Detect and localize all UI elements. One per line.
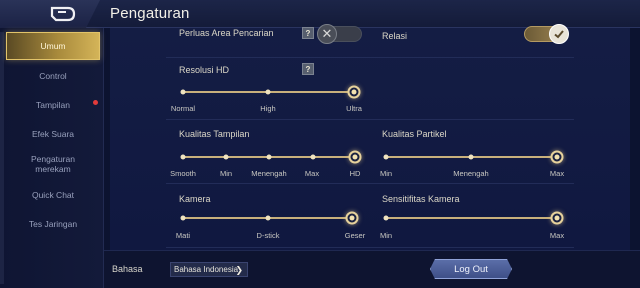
sidebar-edge <box>0 32 4 284</box>
kualitas-partikel-slider-knob[interactable] <box>550 150 564 164</box>
slider-stop-label: Max <box>304 169 320 178</box>
slider-stop[interactable] <box>383 154 389 160</box>
slider-stop[interactable] <box>265 215 271 221</box>
relasi-toggle[interactable] <box>524 24 569 44</box>
slider-stop[interactable] <box>383 215 389 221</box>
sidebar-item-label: Umum <box>40 41 66 51</box>
row-divider <box>166 184 574 248</box>
sensitifitas-slider-knob[interactable] <box>550 211 564 225</box>
kamera-label: Kamera <box>179 194 211 204</box>
chevron-right-icon: ❯ <box>235 265 243 275</box>
help-icon[interactable]: ? <box>302 27 314 39</box>
bottom-bar: Bahasa Bahasa Indonesia ❯ Log Out <box>104 250 640 288</box>
sidebar-item-control[interactable]: Control <box>6 62 100 90</box>
slider-stop[interactable] <box>468 154 474 160</box>
sidebar-item-label: Pengaturan merekam <box>31 154 75 174</box>
kamera-slider-knob[interactable] <box>345 211 359 225</box>
sensitifitas-slider-track[interactable] <box>385 217 558 219</box>
sidebar: Umum Control Tampilan Efek Suara Pengatu… <box>0 28 104 288</box>
resolusi-hd-label: Resolusi HD <box>179 65 230 75</box>
resolusi-slider-knob[interactable] <box>347 85 361 99</box>
back-logo-icon <box>50 6 76 22</box>
kualitas-tampilan-label: Kualitas Tampilan <box>179 129 250 139</box>
slider-stop-label: Menengah <box>453 169 489 178</box>
slider-min-label: Min <box>379 231 393 240</box>
top-bar: Pengaturan <box>0 0 640 28</box>
sidebar-item-label: Control <box>39 71 67 81</box>
slider-stop-label: Ultra <box>346 104 362 113</box>
slider-stop-label: Normal <box>170 104 196 113</box>
slider-stop[interactable] <box>180 215 186 221</box>
slider-stop-label: High <box>260 104 276 113</box>
slider-stop-label: Mati <box>175 231 191 240</box>
slider-stop[interactable] <box>180 89 186 95</box>
slider-stop-label: Min <box>379 169 393 178</box>
sidebar-item-label: Tampilan <box>35 100 71 110</box>
sidebar-item-label: Tes Jaringan <box>28 219 78 229</box>
language-select[interactable]: Bahasa Indonesia ❯ <box>170 262 248 277</box>
sidebar-item-efek-suara[interactable]: Efek Suara <box>6 120 100 148</box>
notification-dot-icon <box>93 100 98 105</box>
sidebar-item-quick-chat[interactable]: Quick Chat <box>6 181 100 209</box>
sidebar-item-umum[interactable]: Umum <box>6 32 100 60</box>
logout-button[interactable]: Log Out <box>430 259 512 279</box>
language-value: Bahasa Indonesia <box>174 265 239 274</box>
sidebar-item-label: Quick Chat <box>31 190 75 200</box>
perluas-area-label: Perluas Area Pencarian <box>179 28 274 38</box>
sidebar-item-pengaturan-merekam[interactable]: Pengaturan merekam <box>6 150 100 178</box>
slider-stop[interactable] <box>266 154 272 160</box>
kualitas-tampilan-slider-knob[interactable] <box>348 150 362 164</box>
slider-stop-label: Min <box>219 169 233 178</box>
slider-stop[interactable] <box>180 154 186 160</box>
slider-stop-label: Max <box>549 169 565 178</box>
sidebar-item-tampilan[interactable]: Tampilan <box>6 91 100 119</box>
sensitifitas-kamera-label: Sensitifitas Kamera <box>382 194 460 204</box>
slider-stop[interactable] <box>223 154 229 160</box>
close-icon: ✕ <box>317 24 337 44</box>
checkmark-icon <box>549 24 569 44</box>
kualitas-partikel-label: Kualitas Partikel <box>382 129 447 139</box>
slider-stop-label: Geser <box>344 231 366 240</box>
slider-stop-label: D-stick <box>256 231 280 240</box>
language-label: Bahasa <box>112 264 143 274</box>
perluas-area-toggle[interactable]: ✕ <box>317 24 362 44</box>
slider-stop-label: HD <box>349 169 361 178</box>
sidebar-item-label: Efek Suara <box>31 129 75 139</box>
help-icon[interactable]: ? <box>302 63 314 75</box>
slider-stop[interactable] <box>310 154 316 160</box>
slider-stop-label: Smooth <box>170 169 196 178</box>
back-button[interactable] <box>0 0 100 28</box>
slider-max-label: Max <box>549 231 565 240</box>
slider-stop[interactable] <box>265 89 271 95</box>
page-title: Pengaturan <box>110 5 190 22</box>
sidebar-item-tes-jaringan[interactable]: Tes Jaringan <box>6 210 100 238</box>
relasi-label: Relasi <box>382 31 408 41</box>
slider-stop-label: Menengah <box>251 169 287 178</box>
